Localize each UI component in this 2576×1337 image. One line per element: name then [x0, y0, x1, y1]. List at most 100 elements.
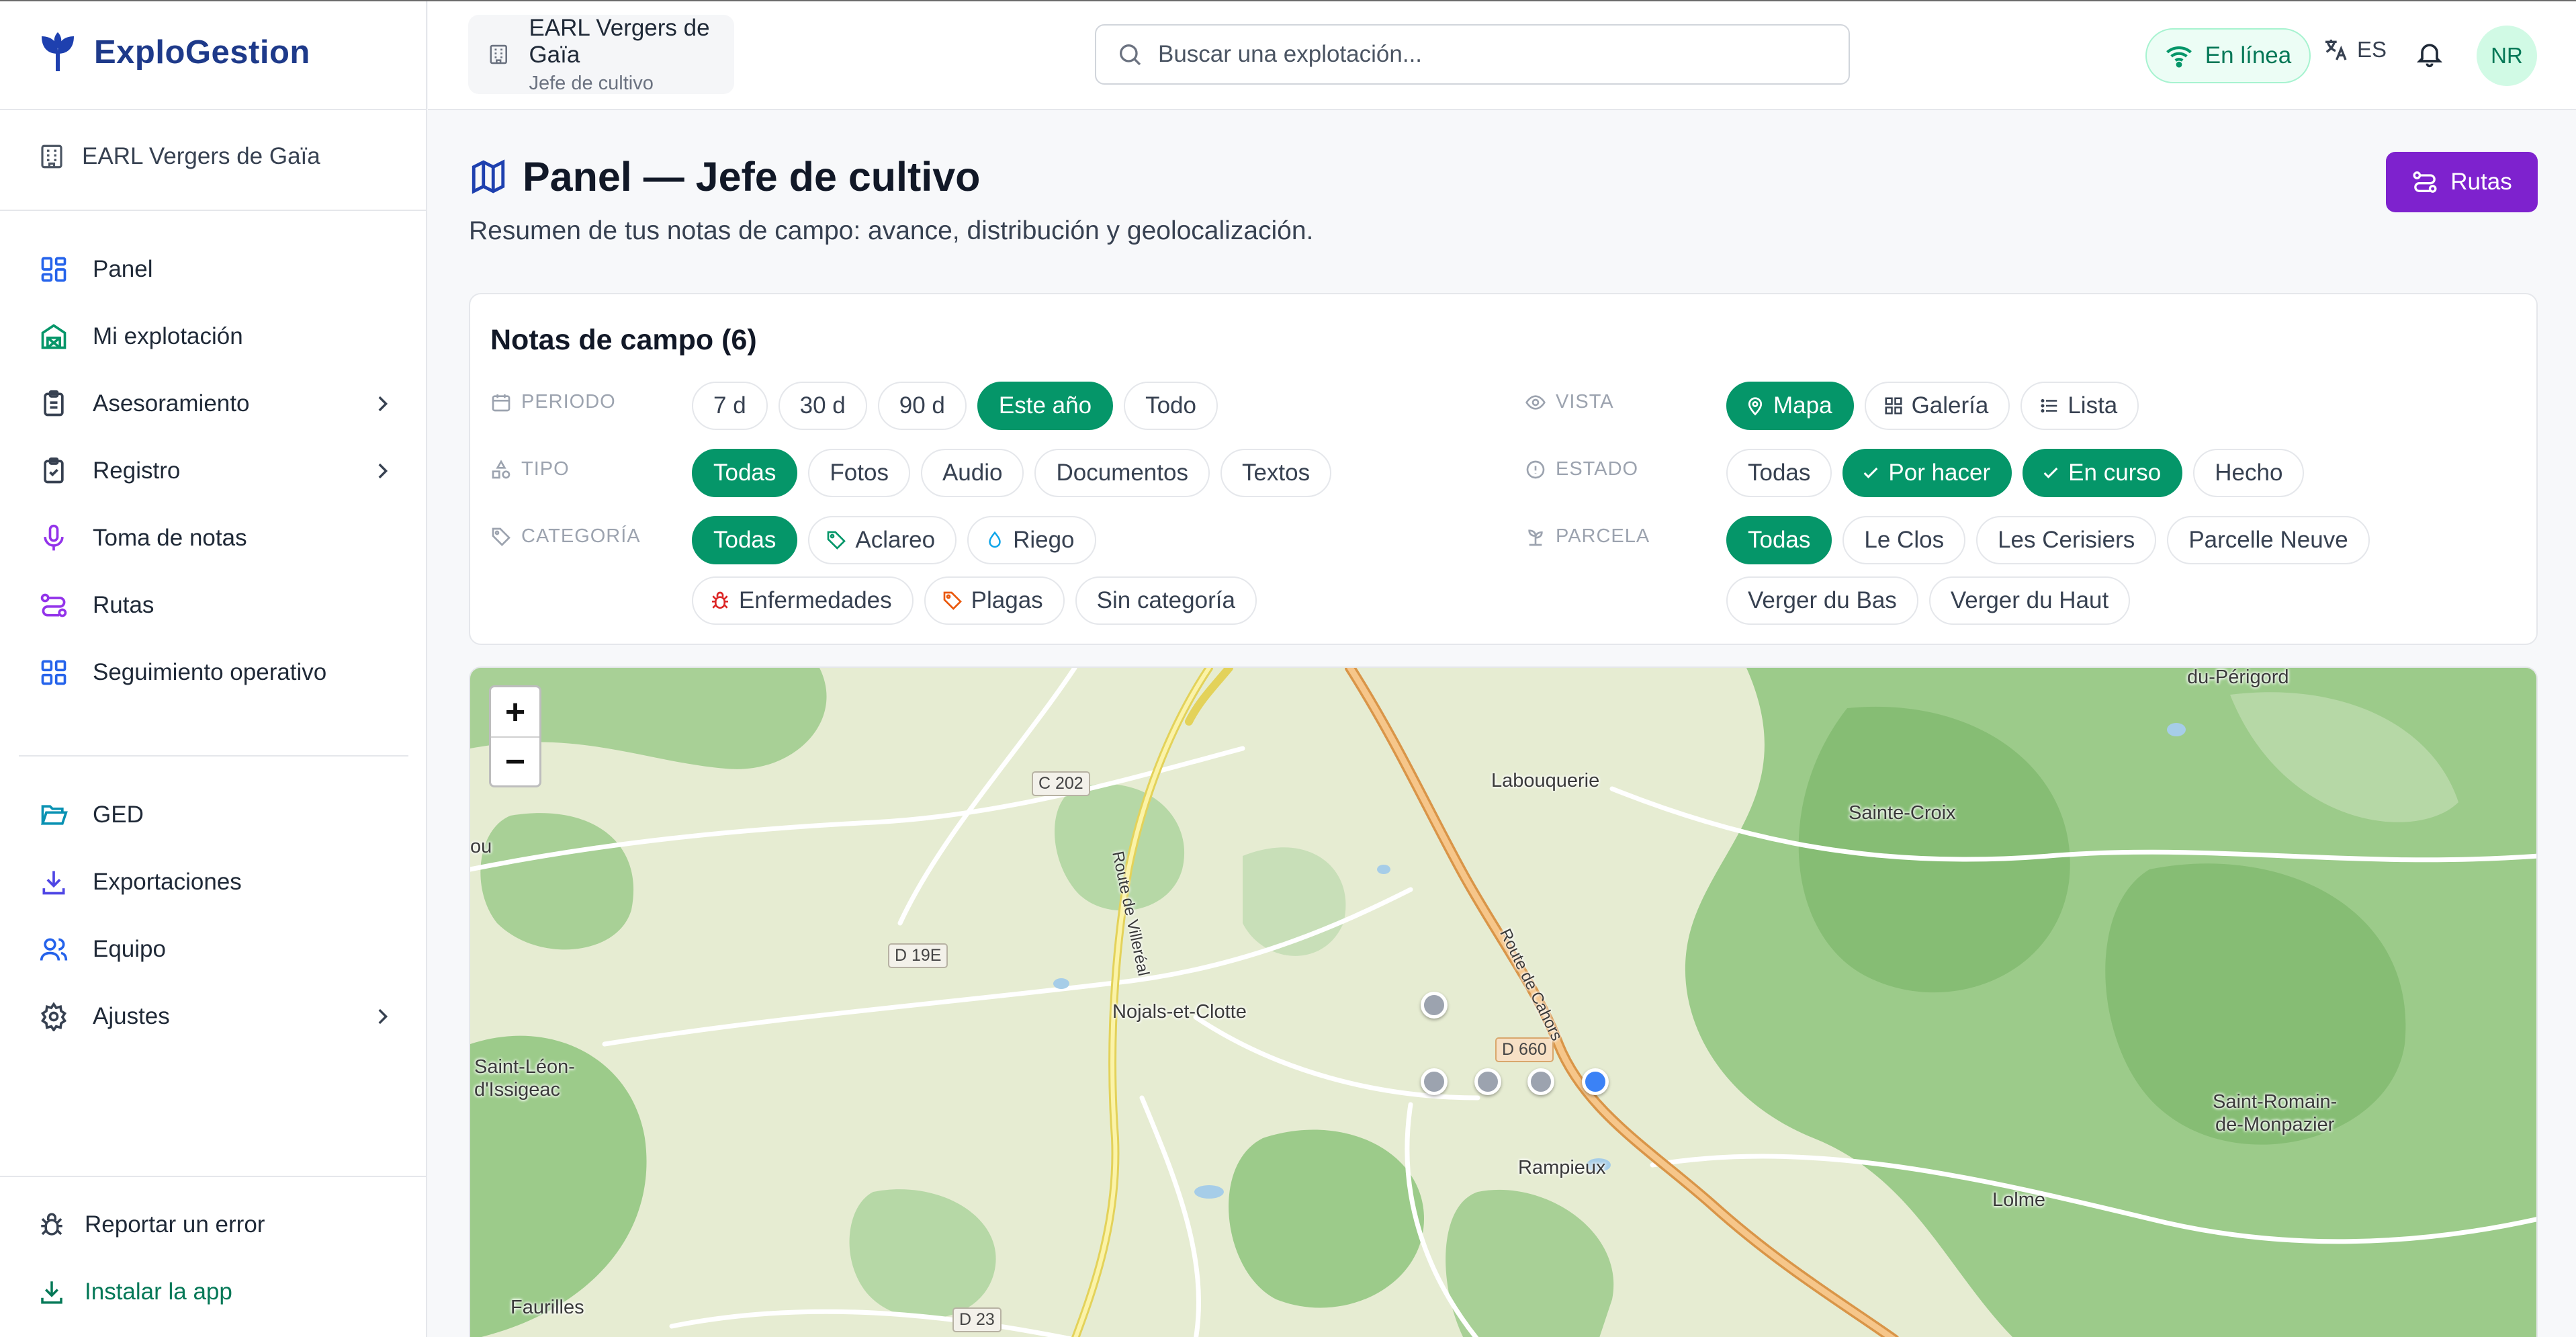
filter-label-text: PERIODO	[521, 391, 616, 413]
note-marker[interactable]	[1527, 1068, 1554, 1095]
sidebar-item-toma-de-notas[interactable]: Toma de notas	[38, 515, 394, 562]
chip-categoria-enfermedades[interactable]: Enfermedades	[692, 576, 914, 625]
sidebar-item-equipo[interactable]: Equipo	[38, 926, 394, 973]
note-marker[interactable]	[1474, 1068, 1501, 1095]
place-label: Faurilles	[510, 1297, 584, 1318]
chip-periodo-7d[interactable]: 7 d	[692, 382, 768, 430]
report-bug-button[interactable]: Reportar un error	[38, 1211, 265, 1239]
note-marker-selected[interactable]	[1582, 1068, 1609, 1095]
chip-tipo-documentos[interactable]: Documentos	[1034, 449, 1210, 497]
search-input[interactable]	[1158, 41, 1830, 68]
note-marker[interactable]	[1421, 1068, 1448, 1095]
divider	[0, 210, 427, 211]
note-marker[interactable]	[1421, 992, 1448, 1019]
place-label: du-Périgord	[2187, 666, 2289, 688]
place-label: Saint-Romain-	[2213, 1091, 2338, 1113]
sidebar-org-name: EARL Vergers de Gaïa	[82, 143, 320, 169]
sidebar-org[interactable]: EARL Vergers de Gaïa	[38, 142, 320, 171]
chip-vista-mapa[interactable]: Mapa	[1726, 382, 1854, 430]
chip-label: Lista	[2068, 392, 2118, 419]
zoom-out-button[interactable]: −	[491, 736, 539, 785]
chip-estado-por-hacer[interactable]: Por hacer	[1842, 449, 2012, 497]
chip-estado-todas[interactable]: Todas	[1726, 449, 1832, 497]
sidebar: ExploGestion EARL Vergers de Gaïa Panel …	[0, 1, 427, 1337]
language-code: ES	[2357, 37, 2387, 62]
chip-label: Hecho	[2215, 460, 2283, 486]
sidebar-item-panel[interactable]: Panel	[38, 246, 394, 293]
sidebar-item-registro[interactable]: Registro	[38, 447, 394, 494]
online-status-badge: En línea	[2145, 28, 2311, 83]
chip-label: En curso	[2068, 460, 2162, 486]
sidebar-item-label: Asesoramiento	[93, 390, 250, 417]
sidebar-item-asesoramiento[interactable]: Asesoramiento	[38, 380, 394, 427]
chip-parcela-le-clos[interactable]: Le Clos	[1842, 516, 1966, 564]
bug-icon	[712, 591, 728, 609]
route-icon	[2413, 171, 2437, 193]
sidebar-item-ged[interactable]: GED	[38, 791, 394, 838]
chip-estado-hecho[interactable]: Hecho	[2193, 449, 2305, 497]
field-notes-map[interactable]: + − Labouquerie Sainte-Croix Nojals-et-C…	[469, 666, 2538, 1337]
install-app-button[interactable]: Instalar la app	[38, 1278, 232, 1306]
road-number-label: D 19E	[888, 943, 948, 968]
place-label: Saint-Léon-	[474, 1056, 575, 1078]
chip-periodo-este-ano[interactable]: Este año	[977, 382, 1114, 430]
page-title: Panel — Jefe de cultivo	[523, 154, 981, 200]
brand[interactable]: ExploGestion	[39, 32, 310, 73]
chip-categoria-aclareo[interactable]: Aclareo	[808, 516, 957, 564]
sidebar-item-seguimiento-operativo[interactable]: Seguimiento operativo	[38, 649, 394, 696]
sidebar-item-label: GED	[93, 802, 144, 828]
sidebar-item-label: Exportaciones	[93, 869, 242, 895]
sidebar-item-label: Seguimiento operativo	[93, 659, 327, 685]
chip-tipo-todas[interactable]: Todas	[692, 449, 798, 497]
chip-categoria-todas[interactable]: Todas	[692, 516, 798, 564]
chevron-right-icon	[378, 463, 388, 479]
sidebar-item-label: Toma de notas	[93, 525, 247, 551]
language-switcher[interactable]: ES	[2322, 36, 2387, 63]
sidebar-item-ajustes[interactable]: Ajustes	[38, 993, 394, 1040]
chip-vista-galeria[interactable]: Galería	[1864, 382, 2010, 430]
sidebar-item-mi-explotacion[interactable]: Mi explotación	[38, 313, 394, 360]
dashboard-icon	[38, 253, 70, 286]
road-number-label: D 660	[1495, 1037, 1554, 1062]
chip-parcela-todas[interactable]: Todas	[1726, 516, 1832, 564]
chip-periodo-90d[interactable]: 90 d	[877, 382, 967, 430]
tag-icon	[828, 531, 846, 550]
filter-label-vista: VISTA	[1525, 391, 1614, 413]
chip-parcela-parcelle-neuve[interactable]: Parcelle Neuve	[2167, 516, 2370, 564]
place-label: ou	[470, 836, 492, 857]
building-icon	[490, 44, 508, 64]
map-tiles	[470, 668, 2536, 1337]
chip-parcela-verger-du-haut[interactable]: Verger du Haut	[1928, 576, 2131, 625]
clipboard-check-icon	[38, 455, 70, 487]
page-header: Panel — Jefe de cultivo	[469, 153, 980, 200]
search-box[interactable]	[1095, 24, 1850, 85]
chip-periodo-30d[interactable]: 30 d	[778, 382, 867, 430]
check-icon	[2043, 467, 2058, 478]
chip-categoria-riego[interactable]: Riego	[967, 516, 1096, 564]
sidebar-item-rutas[interactable]: Rutas	[38, 582, 394, 629]
chip-tipo-textos[interactable]: Textos	[1220, 449, 1332, 497]
chip-categoria-sin-categoria[interactable]: Sin categoría	[1075, 576, 1257, 625]
chip-vista-lista[interactable]: Lista	[2020, 382, 2139, 430]
route-icon	[38, 589, 70, 621]
zoom-in-button[interactable]: +	[491, 687, 539, 736]
chip-categoria-plagas[interactable]: Plagas	[924, 576, 1065, 625]
chip-periodo-todo[interactable]: Todo	[1124, 382, 1218, 430]
chip-parcela-les-cerisiers[interactable]: Les Cerisiers	[1976, 516, 2157, 564]
routes-button[interactable]: Rutas	[2386, 152, 2538, 212]
chip-parcela-verger-du-bas[interactable]: Verger du Bas	[1726, 576, 1918, 625]
org-switcher[interactable]: EARL Vergers de Gaïa Jefe de cultivo	[468, 15, 734, 94]
routes-button-label: Rutas	[2450, 169, 2512, 195]
user-avatar[interactable]: NR	[2477, 26, 2537, 86]
chip-label: 90 d	[899, 392, 945, 419]
notifications-button[interactable]	[2415, 39, 2444, 72]
chip-tipo-fotos[interactable]: Fotos	[808, 449, 910, 497]
sidebar-item-label: Panel	[93, 256, 153, 282]
chip-tipo-audio[interactable]: Audio	[920, 449, 1024, 497]
chip-label: Todas	[713, 527, 776, 553]
chip-estado-en-curso[interactable]: En curso	[2023, 449, 2183, 497]
sidebar-item-exportaciones[interactable]: Exportaciones	[38, 859, 394, 906]
translate-icon	[2325, 40, 2347, 60]
periodo-chips: 7 d 30 d 90 d Este año Todo	[692, 382, 1218, 430]
chip-label: Fotos	[830, 460, 889, 486]
